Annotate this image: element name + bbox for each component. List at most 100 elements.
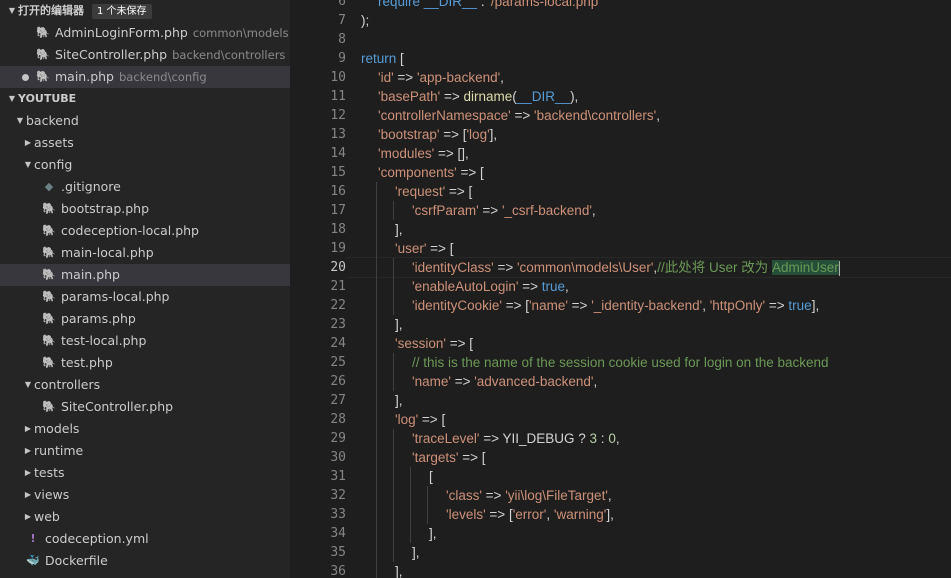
code-token: ); xyxy=(361,13,370,28)
code-line[interactable]: 'basePath' => dirname(__DIR__), xyxy=(361,87,951,106)
code-line[interactable]: ], xyxy=(361,391,951,410)
open-editor-item[interactable]: 🐘 SiteController.php backend\controllers xyxy=(0,44,290,66)
code-token: => xyxy=(440,89,464,104)
line-number: 13 xyxy=(330,127,346,142)
chevron-right-icon[interactable]: ▶ xyxy=(22,462,34,484)
code-line[interactable]: 'csrfParam' => '_csrf-backend', xyxy=(361,201,951,220)
chevron-right-icon[interactable]: ▶ xyxy=(22,418,34,440)
code-line[interactable]: ); xyxy=(361,11,951,30)
code-token: 'traceLevel' xyxy=(412,431,480,446)
code-line[interactable]: ], xyxy=(361,220,951,239)
code-line[interactable] xyxy=(361,30,951,49)
code-token: ], xyxy=(811,298,820,313)
chevron-right-icon[interactable]: ▶ xyxy=(22,132,34,154)
code-line[interactable]: 'request' => [ xyxy=(361,182,951,201)
code-line[interactable]: ], xyxy=(361,562,951,578)
file-item[interactable]: 🐘 params.php xyxy=(0,308,290,330)
code-line[interactable]: 'id' => 'app-backend', xyxy=(361,68,951,87)
code-line[interactable]: 'components' => [ xyxy=(361,163,951,182)
code-line[interactable]: 'controllerNamespace' => 'backend\contro… xyxy=(361,106,951,125)
code-area[interactable]: require __DIR__ . '/params-local.php'); r… xyxy=(361,0,951,578)
tree-item-label: web xyxy=(34,509,60,524)
open-editors-header[interactable]: ▼ 打开的编辑器 1 个未保存 xyxy=(0,0,290,22)
open-editor-item[interactable]: 🐘 AdminLoginForm.php common\models xyxy=(0,22,290,44)
code-line[interactable]: 'user' => [ xyxy=(361,239,951,258)
code-line[interactable]: ], xyxy=(361,524,951,543)
file-item[interactable]: 🐘 codeception-local.php xyxy=(0,220,290,242)
chevron-right-icon[interactable]: ▶ xyxy=(22,506,34,528)
code-line[interactable]: 'targets' => [ xyxy=(361,448,951,467)
folder-item[interactable]: ▶ views xyxy=(0,484,290,506)
php-elephant-icon: 🐘 xyxy=(42,202,56,215)
file-item[interactable]: 🐘 test.php xyxy=(0,352,290,374)
project-header[interactable]: ▼ YOUTUBE xyxy=(0,88,290,110)
code-text: ], xyxy=(361,317,403,332)
indent-guide xyxy=(376,467,377,486)
code-token: => xyxy=(493,260,517,275)
code-line[interactable]: 'levels' => ['error', 'warning'], xyxy=(361,505,951,524)
file-item[interactable]: 🐘 params-local.php xyxy=(0,286,290,308)
code-line[interactable]: 'identityClass' => 'common\models\User',… xyxy=(361,258,951,277)
code-line[interactable]: [ xyxy=(361,467,951,486)
code-token: 'name' xyxy=(412,374,451,389)
code-token: true xyxy=(788,298,812,313)
folder-item[interactable]: ▼ controllers xyxy=(0,374,290,396)
code-token: 'basePath' xyxy=(378,89,441,104)
tree-item-label: backend xyxy=(26,113,79,128)
indent-guide xyxy=(393,448,394,467)
unsaved-dot-icon[interactable] xyxy=(22,74,29,81)
chevron-right-icon[interactable]: ▶ xyxy=(22,440,34,462)
file-item[interactable]: 🐘 main-local.php xyxy=(0,242,290,264)
code-text: 'basePath' => dirname(__DIR__), xyxy=(361,89,578,104)
code-line[interactable]: 'enableAutoLogin' => true, xyxy=(361,277,951,296)
tree-item-label: config xyxy=(34,157,73,172)
code-line[interactable]: 'bootstrap' => ['log'], xyxy=(361,125,951,144)
code-token: , xyxy=(500,70,504,85)
code-line[interactable]: ], xyxy=(361,543,951,562)
file-item[interactable]: 🐳 Dockerfile xyxy=(0,550,290,572)
code-line[interactable]: return [ xyxy=(361,49,951,68)
folder-item[interactable]: ▶ web xyxy=(0,506,290,528)
code-editor[interactable]: 6 7 8 9 10 11 12 13 14 15 16 17 18 19 20 21 22 23 24 25 26 27… xyxy=(290,0,951,578)
folder-item[interactable]: ▼ backend xyxy=(0,110,290,132)
file-item[interactable]: 🐘 SiteController.php xyxy=(0,396,290,418)
file-item[interactable]: 🐘 test-local.php xyxy=(0,330,290,352)
open-editor-item[interactable]: 🐘 main.php backend\config xyxy=(0,66,290,88)
folder-item[interactable]: ▶ models xyxy=(0,418,290,440)
code-line[interactable]: require __DIR__ . '/params-local.php' xyxy=(361,0,951,11)
code-token: 'advanced-backend' xyxy=(474,374,594,389)
code-line[interactable]: 'modules' => [], xyxy=(361,144,951,163)
file-item[interactable]: 🐘 bootstrap.php xyxy=(0,198,290,220)
code-line[interactable]: 'log' => [ xyxy=(361,410,951,429)
folder-item[interactable]: ▶ assets xyxy=(0,132,290,154)
code-token: => xyxy=(567,298,592,313)
chevron-down-icon[interactable]: ▼ xyxy=(14,110,26,132)
indent-guide xyxy=(376,182,377,201)
code-text: [ xyxy=(361,469,433,484)
folder-item[interactable]: ▶ runtime xyxy=(0,440,290,462)
file-item[interactable]: ◆ .gitignore xyxy=(0,176,290,198)
code-token: 'yii\log\FileTarget' xyxy=(505,488,608,503)
code-token: 'identityCookie' xyxy=(412,298,502,313)
code-line[interactable]: ], xyxy=(361,315,951,334)
code-line[interactable]: // this is the name of the session cooki… xyxy=(361,353,951,372)
code-line[interactable]: 'traceLevel' => YII_DEBUG ? 3 : 0, xyxy=(361,429,951,448)
chevron-right-icon[interactable]: ▶ xyxy=(22,484,34,506)
folder-item[interactable]: ▼ config xyxy=(0,154,290,176)
code-token: 'controllerNamespace' xyxy=(378,108,511,123)
line-number: 25 xyxy=(330,355,346,370)
code-text: 'class' => 'yii\log\FileTarget', xyxy=(361,488,612,503)
file-item[interactable]: ! codeception.yml xyxy=(0,528,290,550)
code-token: 'httpOnly' xyxy=(709,298,766,313)
code-line[interactable]: 'name' => 'advanced-backend', xyxy=(361,372,951,391)
code-line[interactable]: 'class' => 'yii\log\FileTarget', xyxy=(361,486,951,505)
chevron-down-icon[interactable]: ▼ xyxy=(22,374,34,396)
chevron-down-icon[interactable]: ▼ xyxy=(22,154,34,176)
yaml-exclamation-icon: ! xyxy=(30,532,36,545)
file-item[interactable]: 🐘 main.php xyxy=(0,264,290,286)
tree-item-label: main.php xyxy=(61,267,120,282)
code-line[interactable]: 'identityCookie' => ['name' => '_identit… xyxy=(361,296,951,315)
line-number: 23 xyxy=(330,317,346,332)
folder-item[interactable]: ▶ tests xyxy=(0,462,290,484)
code-line[interactable]: 'session' => [ xyxy=(361,334,951,353)
